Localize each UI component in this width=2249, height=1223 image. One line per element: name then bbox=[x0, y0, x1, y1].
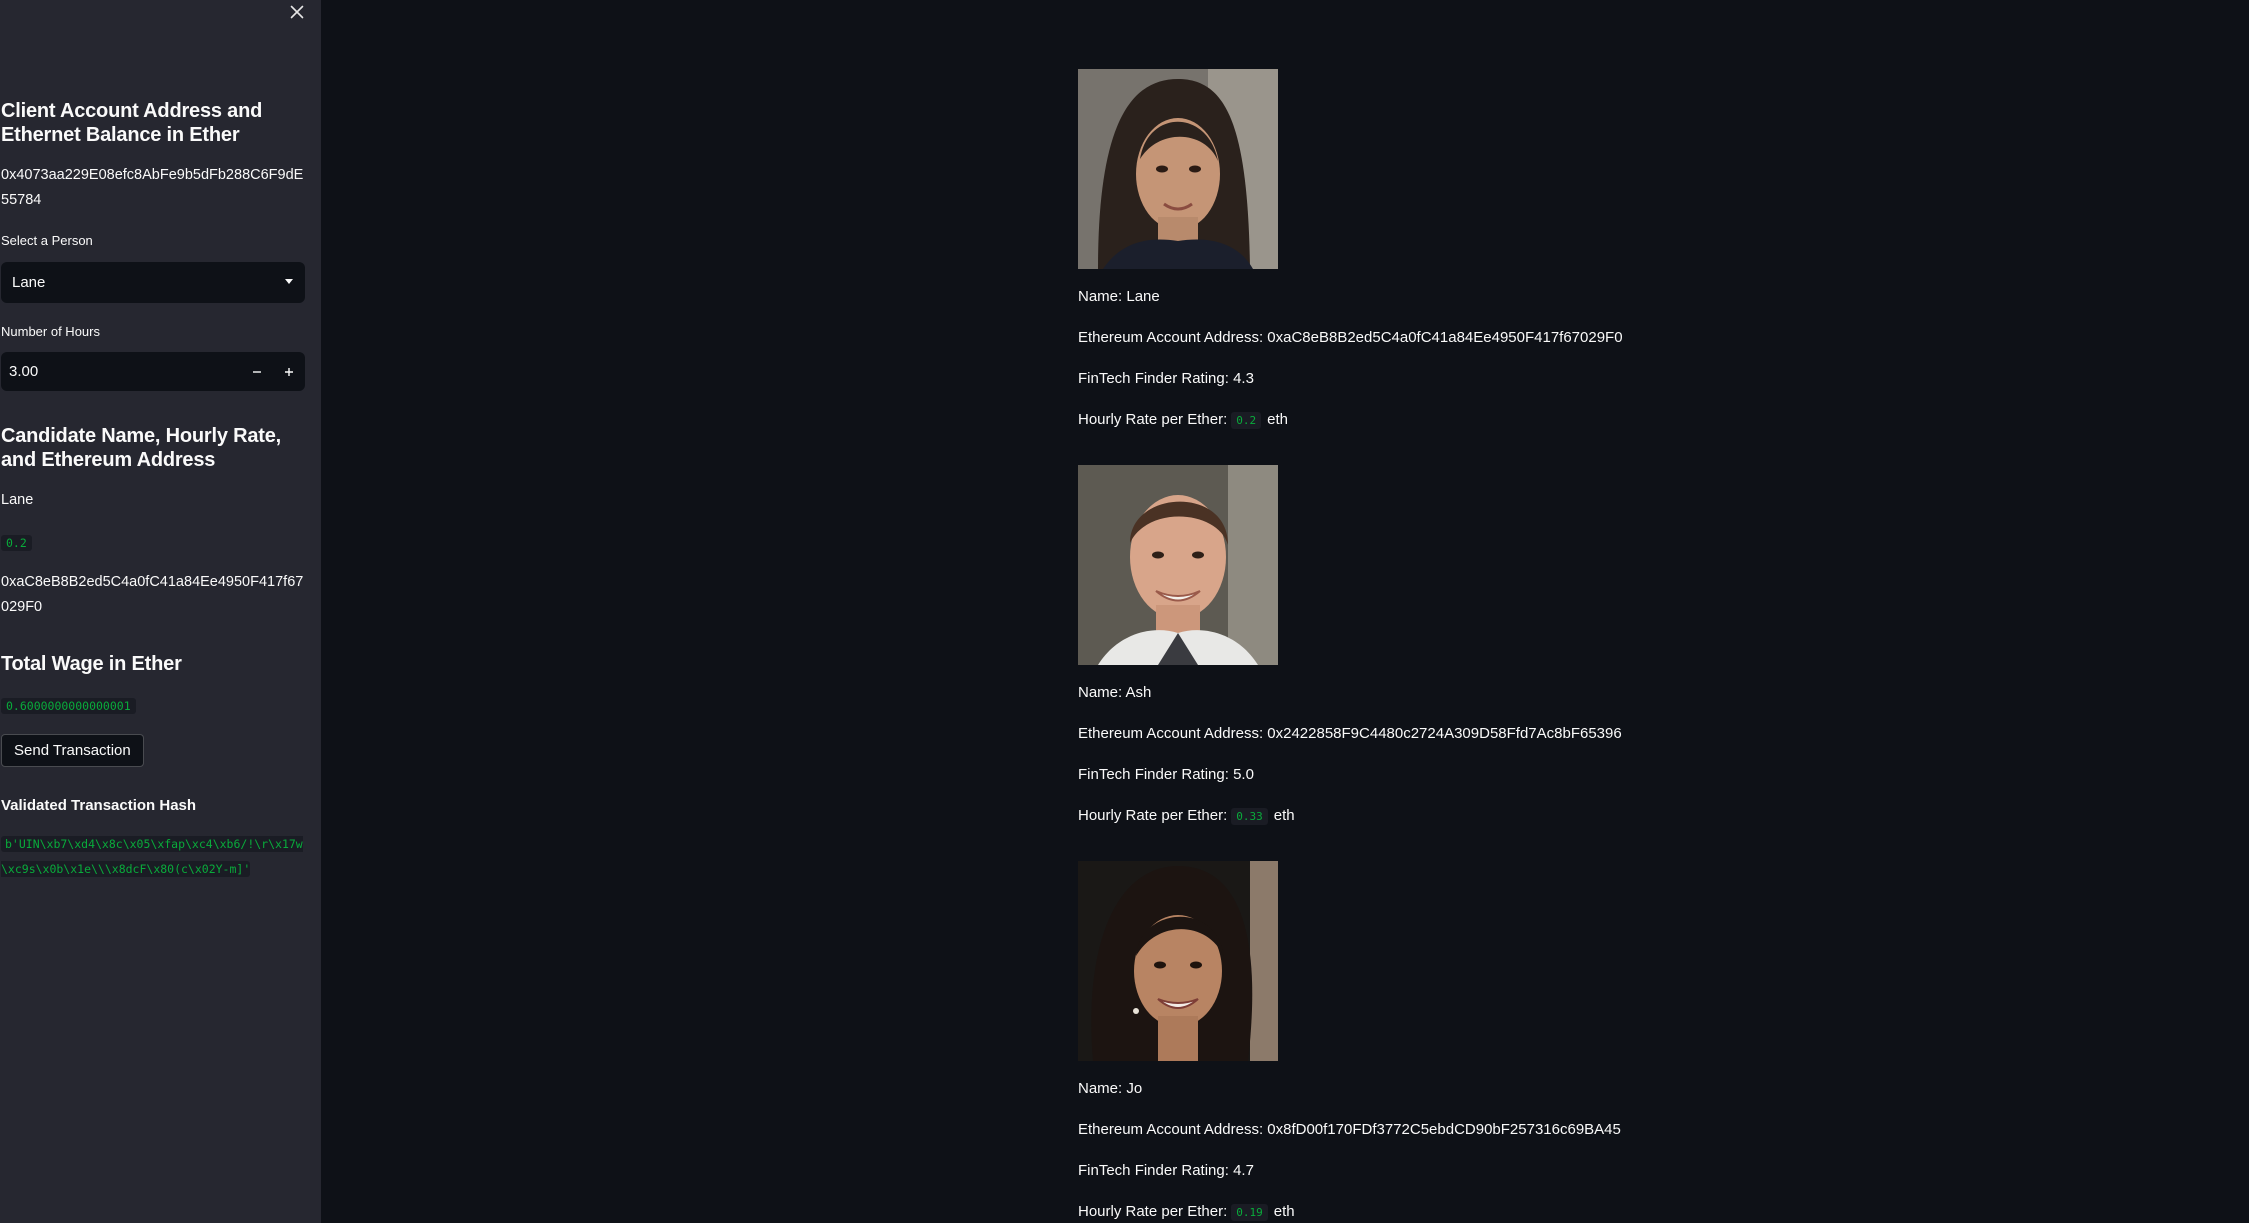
total-wage-value: 0.6000000000000001 bbox=[1, 698, 136, 714]
candidate-card: Name: Jo Ethereum Account Address: 0x8fD… bbox=[1078, 861, 1621, 1221]
number-of-hours-label: Number of Hours bbox=[1, 324, 100, 339]
client-account-heading: Client Account Address and Ethernet Bala… bbox=[1, 100, 263, 146]
hourly-rate-unit: eth bbox=[1267, 411, 1288, 428]
hourly-rate-unit: eth bbox=[1273, 807, 1295, 824]
candidate-name: Name: Lane bbox=[1078, 288, 1160, 305]
send-transaction-button[interactable]: Send Transaction bbox=[1, 734, 144, 767]
select-person-value: Lane bbox=[12, 274, 46, 291]
candidate-address: 0xaC8eB8B2ed5C4a0fC41a84Ee4950F417f67029… bbox=[1, 574, 304, 615]
candidate-address: Ethereum Account Address: 0xaC8eB8B2ed5C… bbox=[1078, 329, 1623, 346]
hourly-rate-value: 0.2 bbox=[1231, 412, 1262, 429]
candidate-heading: Candidate Name, Hourly Rate, and Ethereu… bbox=[1, 425, 282, 471]
candidate-photo bbox=[1078, 69, 1278, 269]
hourly-rate-label: Hourly Rate per Ether: bbox=[1078, 411, 1228, 428]
candidate-address: Ethereum Account Address: 0x8fD00f170FDf… bbox=[1078, 1121, 1621, 1138]
candidate-rating: FinTech Finder Rating: 4.3 bbox=[1078, 370, 1254, 387]
candidate-rating: FinTech Finder Rating: 5.0 bbox=[1078, 766, 1254, 783]
candidate-rating: FinTech Finder Rating: 4.7 bbox=[1078, 1162, 1254, 1179]
main-content: Name: Lane Ethereum Account Address: 0xa… bbox=[321, 0, 2249, 1223]
transaction-hash-value: b'UIN\xb7\xd4\x8c\x05\xfap\xc4\xb6/!\r\x… bbox=[1, 836, 303, 877]
candidate-hourly-rate: Hourly Rate per Ether: 0.19 eth bbox=[1078, 1202, 1295, 1223]
minus-icon bbox=[253, 370, 261, 373]
candidate-photo bbox=[1078, 465, 1278, 665]
increment-hours-button[interactable] bbox=[273, 352, 305, 391]
chevron-down-icon bbox=[285, 279, 293, 284]
hourly-rate-label: Hourly Rate per Ether: bbox=[1078, 1203, 1228, 1220]
close-sidebar-button[interactable] bbox=[287, 2, 307, 22]
hourly-rate-value: 0.33 bbox=[1231, 808, 1268, 825]
candidate-hourly-rate: Hourly Rate per Ether: 0.33 eth bbox=[1078, 806, 1295, 827]
transaction-hash-label: Validated Transaction Hash bbox=[1, 797, 197, 814]
decrement-hours-button[interactable] bbox=[241, 352, 273, 391]
candidate-card: Name: Lane Ethereum Account Address: 0xa… bbox=[1078, 69, 1623, 429]
total-wage-heading: Total Wage in Ether bbox=[1, 653, 182, 675]
candidate-name: Name: Ash bbox=[1078, 684, 1152, 701]
close-icon bbox=[290, 5, 304, 19]
select-person-label: Select a Person bbox=[1, 233, 93, 248]
candidate-address: Ethereum Account Address: 0x2422858F9C44… bbox=[1078, 725, 1622, 742]
hourly-rate-label: Hourly Rate per Ether: bbox=[1078, 807, 1228, 824]
number-of-hours-input[interactable] bbox=[1, 352, 237, 391]
candidate-card: Name: Ash Ethereum Account Address: 0x24… bbox=[1078, 465, 1622, 825]
hourly-rate-unit: eth bbox=[1273, 1203, 1295, 1220]
number-of-hours-input-group bbox=[1, 352, 305, 391]
candidate-name: Name: Jo bbox=[1078, 1080, 1143, 1097]
hourly-rate-value: 0.19 bbox=[1231, 1204, 1268, 1221]
sidebar: Client Account Address and Ethernet Bala… bbox=[0, 0, 321, 1223]
candidate-hourly-rate: Hourly Rate per Ether: 0.2 eth bbox=[1078, 410, 1288, 431]
select-person-dropdown[interactable]: Lane bbox=[1, 262, 305, 303]
candidate-photo bbox=[1078, 861, 1278, 1061]
plus-icon bbox=[285, 367, 293, 376]
candidate-rate: 0.2 bbox=[1, 535, 32, 551]
candidate-name: Lane bbox=[1, 492, 34, 508]
client-account-address: 0x4073aa229E08efc8AbFe9b5dFb288C6F9dE557… bbox=[1, 167, 304, 208]
